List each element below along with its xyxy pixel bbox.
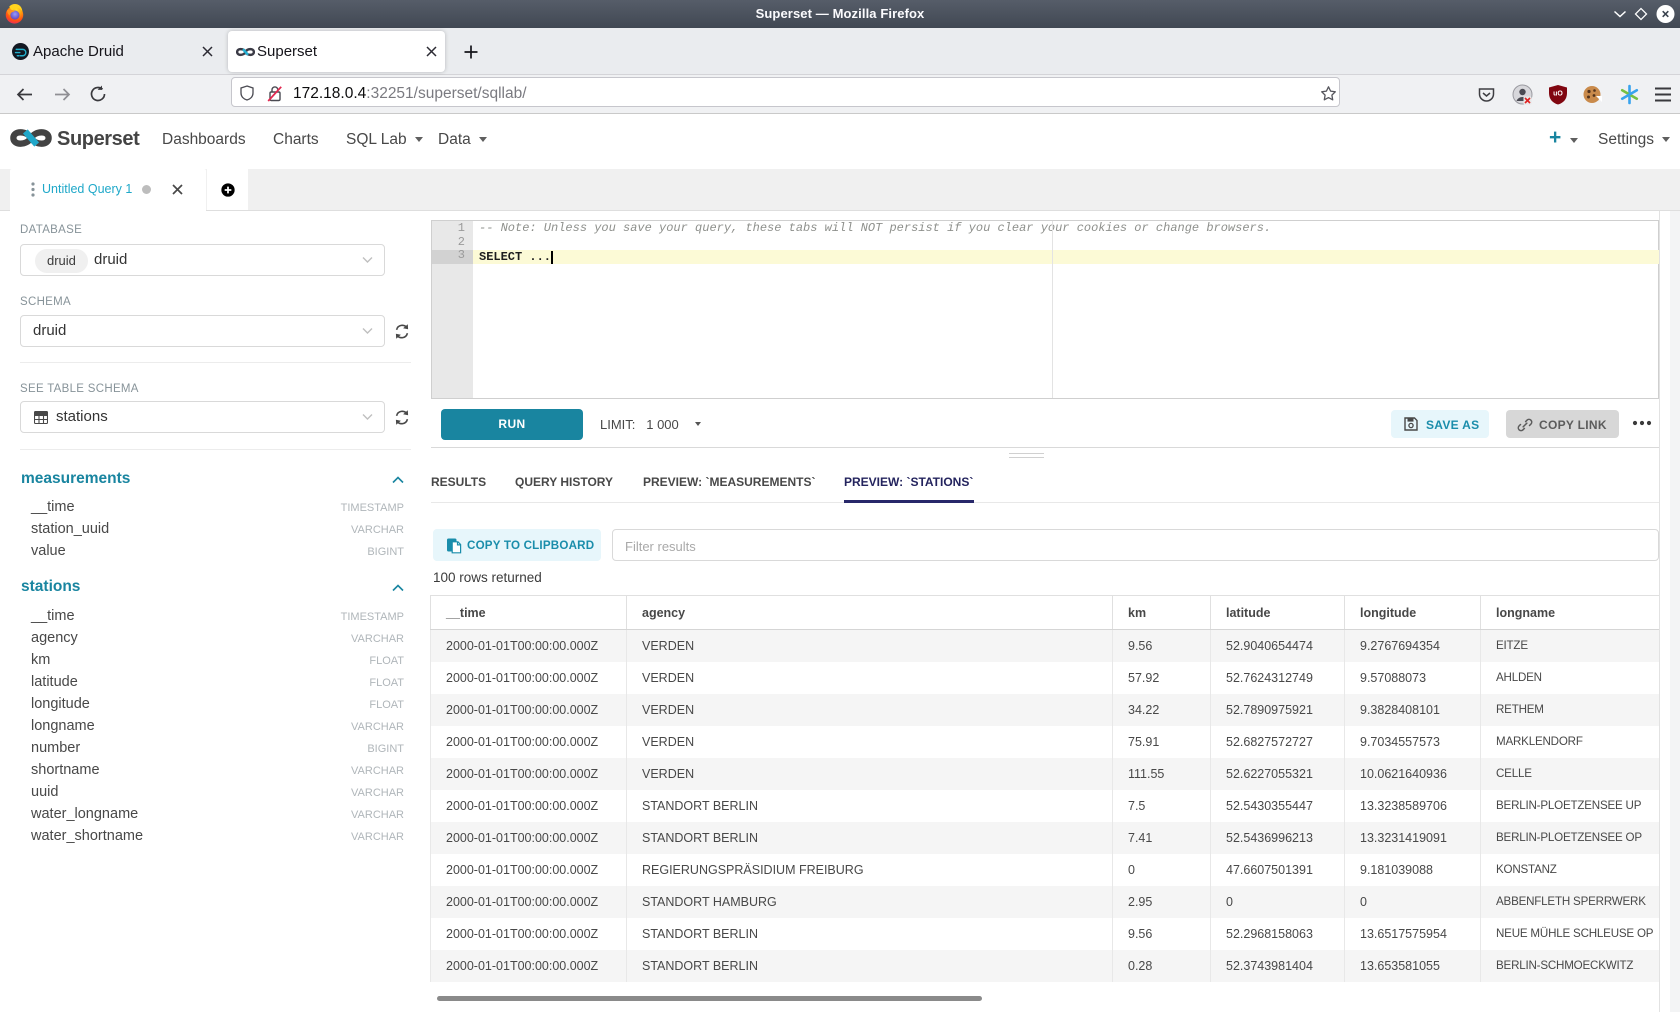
svg-text:uO: uO [1553, 91, 1563, 98]
